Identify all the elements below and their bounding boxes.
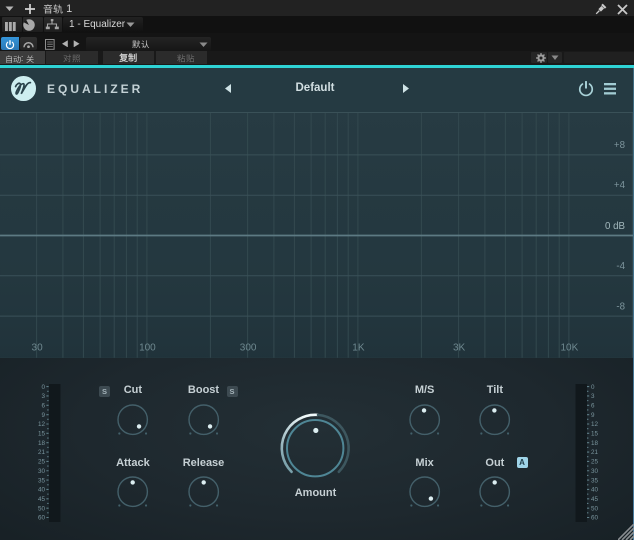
svg-text:45: 45 xyxy=(38,496,45,503)
svg-text:0 dB: 0 dB xyxy=(605,221,625,232)
svg-text:50: 50 xyxy=(38,505,45,512)
svg-text:30: 30 xyxy=(38,468,45,475)
svg-text:0: 0 xyxy=(591,383,595,390)
svg-text:18: 18 xyxy=(38,440,45,447)
svg-text:25: 25 xyxy=(38,458,45,465)
svg-text:10K: 10K xyxy=(561,342,579,353)
svg-text:12: 12 xyxy=(38,421,45,428)
svg-text:12: 12 xyxy=(591,421,598,428)
svg-text:25: 25 xyxy=(591,458,598,465)
svg-text:300: 300 xyxy=(240,342,257,353)
svg-text:15: 15 xyxy=(591,430,598,437)
svg-text:40: 40 xyxy=(38,486,45,493)
svg-text:18: 18 xyxy=(591,440,598,447)
svg-text:50: 50 xyxy=(591,505,598,512)
svg-text:9: 9 xyxy=(591,412,595,419)
svg-text:30: 30 xyxy=(591,468,598,475)
svg-text:40: 40 xyxy=(591,486,598,493)
svg-text:9: 9 xyxy=(41,412,45,419)
svg-text:35: 35 xyxy=(591,477,598,484)
svg-text:35: 35 xyxy=(38,477,45,484)
svg-text:60: 60 xyxy=(591,514,598,521)
svg-text:21: 21 xyxy=(591,449,598,456)
svg-text:+8: +8 xyxy=(614,140,625,151)
svg-text:30: 30 xyxy=(32,342,44,353)
svg-text:+4: +4 xyxy=(614,180,626,191)
svg-text:45: 45 xyxy=(591,496,598,503)
svg-text:1K: 1K xyxy=(352,342,365,353)
svg-text:100: 100 xyxy=(139,342,156,353)
svg-text:6: 6 xyxy=(41,402,45,409)
svg-text:60: 60 xyxy=(38,514,45,521)
svg-text:21: 21 xyxy=(38,449,45,456)
svg-text:15: 15 xyxy=(38,430,45,437)
svg-text:3K: 3K xyxy=(453,342,466,353)
svg-text:-8: -8 xyxy=(616,302,625,313)
svg-text:3: 3 xyxy=(41,393,45,400)
svg-text:0: 0 xyxy=(41,383,45,390)
svg-text:-4: -4 xyxy=(616,261,625,272)
svg-text:3: 3 xyxy=(591,393,595,400)
svg-text:6: 6 xyxy=(591,402,595,409)
